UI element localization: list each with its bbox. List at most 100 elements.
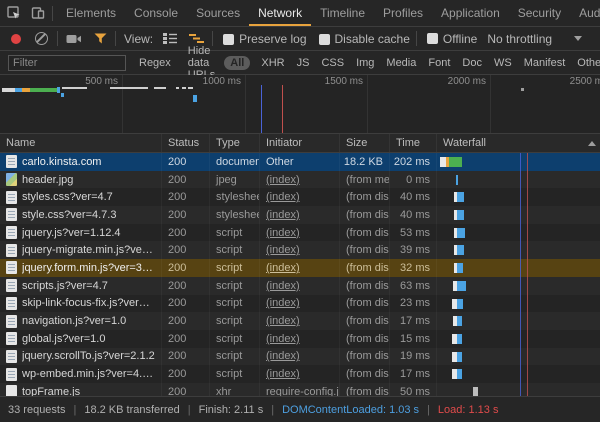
request-row[interactable]: jquery.js?ver=1.12.4200script(index)(fro… bbox=[0, 224, 600, 242]
initiator-cell[interactable]: (index) bbox=[260, 348, 340, 366]
waterfall-bar-segment bbox=[456, 175, 458, 185]
request-row[interactable]: global.js?ver=1.0200script(index)(from d… bbox=[0, 330, 600, 348]
column-header-initiator[interactable]: Initiator bbox=[260, 134, 340, 152]
initiator-cell[interactable]: (index) bbox=[260, 188, 340, 206]
request-row[interactable]: scripts.js?ver=4.7200script(index)(from … bbox=[0, 277, 600, 295]
initiator-cell[interactable]: (index) bbox=[260, 224, 340, 242]
column-header-status[interactable]: Status bbox=[162, 134, 210, 152]
request-row[interactable]: style.css?ver=4.7.3200stylesheet(index)(… bbox=[0, 206, 600, 224]
initiator-cell[interactable]: (index) bbox=[260, 206, 340, 224]
column-header-waterfall[interactable]: Waterfall bbox=[437, 134, 600, 152]
time-cell: 40 ms bbox=[390, 188, 437, 206]
type-filter-manifest[interactable]: Manifest bbox=[518, 57, 572, 69]
column-header-label: Status bbox=[168, 137, 199, 149]
overview-request-bar bbox=[154, 87, 166, 89]
ruler-gridline bbox=[122, 75, 123, 133]
status-cell: 200 bbox=[162, 330, 210, 348]
request-row[interactable]: navigation.js?ver=1.0200script(index)(fr… bbox=[0, 312, 600, 330]
type-filter-font[interactable]: Font bbox=[422, 57, 456, 69]
type-filter-doc[interactable]: Doc bbox=[456, 57, 488, 69]
request-row[interactable]: jquery-migrate.min.js?ver=1.4.1200script… bbox=[0, 241, 600, 259]
type-filter-js[interactable]: JS bbox=[291, 57, 316, 69]
type-filter-media[interactable]: Media bbox=[380, 57, 422, 69]
initiator-cell[interactable]: (index) bbox=[260, 241, 340, 259]
disable-cache-checkbox[interactable] bbox=[319, 34, 330, 45]
request-row[interactable]: skip-link-focus-fix.js?ver=1.0200script(… bbox=[0, 295, 600, 313]
network-overview[interactable]: 500 ms1000 ms1500 ms2000 ms2500 ms bbox=[0, 75, 600, 134]
type-filter-img[interactable]: Img bbox=[350, 57, 380, 69]
request-name: styles.css?ver=4.7 bbox=[22, 191, 113, 203]
waterfall-bar-segment bbox=[449, 157, 462, 167]
clear-button[interactable] bbox=[35, 32, 48, 45]
type-filter-ws[interactable]: WS bbox=[488, 57, 518, 69]
tab-network[interactable]: Network bbox=[249, 0, 311, 26]
device-toolbar-icon[interactable] bbox=[26, 0, 50, 26]
tab-security[interactable]: Security bbox=[509, 0, 570, 26]
request-row[interactable]: jquery.form.min.js?ver=3.51.0-201...200s… bbox=[0, 259, 600, 277]
tab-audits[interactable]: Audits bbox=[570, 0, 600, 26]
type-filter-xhr[interactable]: XHR bbox=[255, 57, 290, 69]
show-overview-icon[interactable] bbox=[189, 33, 204, 44]
time-cell: 53 ms bbox=[390, 224, 437, 242]
request-row[interactable]: header.jpg200jpeg(index)(from me...0 ms bbox=[0, 171, 600, 189]
initiator-cell[interactable]: (index) bbox=[260, 330, 340, 348]
type-cell: script bbox=[210, 330, 260, 348]
type-filter-all[interactable]: All bbox=[224, 56, 250, 70]
type-cell: script bbox=[210, 312, 260, 330]
initiator-cell[interactable]: (index) bbox=[260, 365, 340, 383]
status-cell: 200 bbox=[162, 171, 210, 189]
use-large-rows-icon[interactable] bbox=[163, 33, 177, 44]
regex-label[interactable]: Regex bbox=[139, 57, 171, 69]
request-row[interactable]: topFrame.js200xhrrequire-config.js:2(fro… bbox=[0, 383, 600, 396]
initiator-cell[interactable]: (index) bbox=[260, 171, 340, 189]
document-file-icon bbox=[6, 155, 17, 168]
tab-application[interactable]: Application bbox=[432, 0, 509, 26]
filter-bar: Regex Hide data URLs All XHRJSCSSImgMedi… bbox=[0, 51, 600, 75]
inspect-element-icon[interactable] bbox=[2, 0, 26, 26]
filter-funnel-icon[interactable] bbox=[94, 33, 107, 44]
column-header-name[interactable]: Name bbox=[0, 134, 162, 152]
type-cell: document bbox=[210, 153, 260, 171]
waterfall-bar-segment bbox=[457, 245, 464, 255]
initiator-cell[interactable]: (index) bbox=[260, 312, 340, 330]
initiator-cell[interactable]: (index) bbox=[260, 259, 340, 277]
column-header-time[interactable]: Time bbox=[390, 134, 437, 152]
record-button[interactable] bbox=[11, 34, 21, 44]
screenshot-camera-icon[interactable] bbox=[66, 33, 82, 45]
type-cell: script bbox=[210, 224, 260, 242]
request-name-cell: topFrame.js bbox=[0, 383, 162, 396]
type-filter-css[interactable]: CSS bbox=[315, 57, 350, 69]
initiator-cell[interactable]: (index) bbox=[260, 295, 340, 313]
time-cell: 50 ms bbox=[390, 383, 437, 396]
initiator-cell[interactable]: require-config.js:2 bbox=[260, 383, 340, 396]
throttling-dropdown[interactable]: No throttling bbox=[481, 32, 596, 46]
column-header-size[interactable]: Size bbox=[340, 134, 390, 152]
request-row[interactable]: carlo.kinsta.com200documentOther18.2 KB2… bbox=[0, 153, 600, 171]
filter-input[interactable] bbox=[8, 55, 126, 71]
overview-request-bar bbox=[188, 87, 193, 89]
type-filter-other[interactable]: Other bbox=[571, 57, 600, 69]
tab-elements[interactable]: Elements bbox=[57, 0, 125, 26]
tab-sources[interactable]: Sources bbox=[187, 0, 249, 26]
request-row[interactable]: wp-embed.min.js?ver=4.7.3200script(index… bbox=[0, 365, 600, 383]
request-row[interactable]: jquery.scrollTo.js?ver=2.1.2200script(in… bbox=[0, 348, 600, 366]
preserve-log-checkbox[interactable] bbox=[223, 34, 234, 45]
preserve-log-label[interactable]: Preserve log bbox=[239, 32, 306, 46]
tab-console[interactable]: Console bbox=[125, 0, 187, 26]
disable-cache-label[interactable]: Disable cache bbox=[335, 32, 410, 46]
request-row[interactable]: styles.css?ver=4.7200stylesheet(index)(f… bbox=[0, 188, 600, 206]
size-cell: (from dis... bbox=[340, 206, 390, 224]
request-name: topFrame.js bbox=[22, 386, 80, 396]
offline-label[interactable]: Offline bbox=[443, 32, 477, 46]
overview-request-bar bbox=[193, 95, 197, 102]
offline-checkbox[interactable] bbox=[427, 33, 438, 44]
initiator-cell[interactable]: (index) bbox=[260, 277, 340, 295]
waterfall-cell bbox=[437, 383, 600, 396]
ruler-gridline bbox=[490, 75, 491, 133]
tab-timeline[interactable]: Timeline bbox=[311, 0, 374, 26]
load-time: Load: 1.13 s bbox=[438, 404, 499, 416]
tab-profiles[interactable]: Profiles bbox=[374, 0, 432, 26]
toolbar-separator bbox=[416, 31, 417, 46]
column-header-type[interactable]: Type bbox=[210, 134, 260, 152]
waterfall-cell bbox=[437, 330, 600, 348]
